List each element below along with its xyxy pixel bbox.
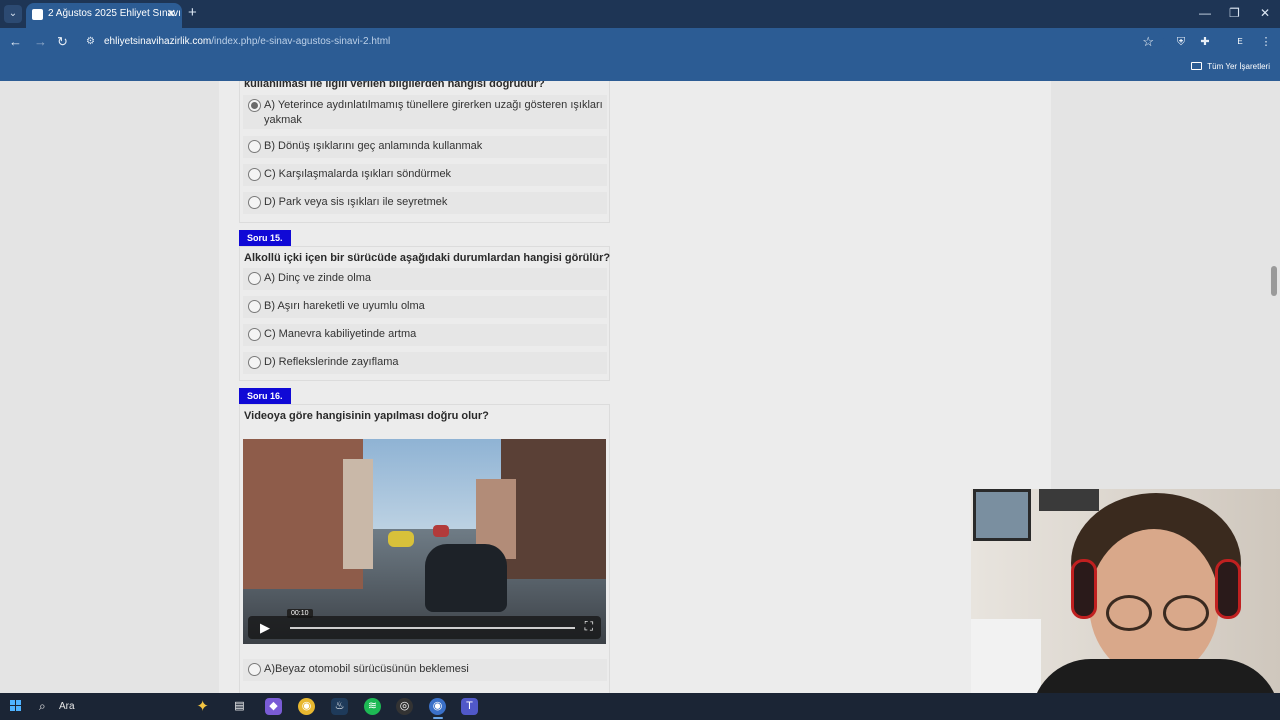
webcam-headphones bbox=[1071, 559, 1097, 619]
webcam-wall-picture bbox=[1039, 489, 1099, 511]
radio-icon[interactable] bbox=[248, 663, 261, 676]
radio-icon[interactable] bbox=[248, 300, 261, 313]
question-video-player[interactable]: 00:10 ▶ ⛶ bbox=[243, 439, 606, 644]
option-text: C) Karşılaşmalarda ışıkları söndürmek bbox=[264, 168, 452, 180]
webcam-shelf bbox=[971, 619, 1041, 699]
question-16-card: Videoya göre hangisinin yapılması doğru … bbox=[239, 404, 610, 693]
option-text: B) Dönüş ışıklarını geç anlamında kullan… bbox=[264, 140, 483, 152]
question-14-text: kullanılması ile ilgili verilen bilgiler… bbox=[244, 81, 545, 90]
option-text: B) Aşırı hareketli ve uyumlu olma bbox=[264, 300, 425, 312]
profile-avatar[interactable]: E bbox=[1231, 33, 1249, 51]
radio-icon[interactable] bbox=[248, 356, 261, 369]
folder-icon bbox=[1191, 62, 1203, 70]
site-favicon-icon bbox=[32, 9, 43, 20]
bookmark-star-icon[interactable]: ☆ bbox=[1142, 31, 1154, 53]
question-14-card: kullanılması ile ilgili verilen bilgiler… bbox=[239, 81, 610, 223]
browser-tab[interactable]: 2 Ağustos 2025 Ehliyet Sınavı H ✕ bbox=[26, 3, 182, 28]
scrollbar-thumb[interactable] bbox=[1271, 266, 1277, 296]
q15-option-a[interactable]: A) Dinç ve zinde olma bbox=[243, 268, 607, 290]
webcam-wall-picture bbox=[973, 489, 1031, 541]
q14-option-d[interactable]: D) Park veya sis ışıkları ile seyretmek bbox=[243, 192, 607, 214]
question-15-label: Soru 15. bbox=[239, 230, 291, 246]
webcam-overlay bbox=[971, 489, 1280, 720]
close-tab-icon[interactable]: ✕ bbox=[167, 3, 176, 25]
webcam-glasses bbox=[1163, 595, 1209, 631]
reload-button[interactable]: ↻ bbox=[57, 34, 68, 50]
task-view-icon[interactable]: ▤ bbox=[231, 698, 248, 715]
play-icon[interactable]: ▶ bbox=[260, 620, 270, 636]
question-16-label: Soru 16. bbox=[239, 388, 291, 404]
video-frame-building bbox=[501, 439, 606, 579]
video-frame-yellow-car bbox=[388, 531, 414, 547]
chrome-active-app-icon[interactable]: ◉ bbox=[429, 698, 446, 715]
shield-extension-icon[interactable]: ⛨ bbox=[1174, 35, 1188, 49]
search-placeholder: Ara bbox=[59, 701, 75, 712]
radio-selected-icon[interactable] bbox=[248, 99, 261, 112]
all-bookmarks-label: Tüm Yer İşaretleri bbox=[1207, 62, 1270, 71]
q14-option-b[interactable]: B) Dönüş ışıklarını geç anlamında kullan… bbox=[243, 136, 607, 158]
url-host: ehliyetsinavihazirlik.com bbox=[104, 36, 212, 47]
obs-app-icon[interactable]: ◎ bbox=[396, 698, 413, 715]
option-text: A) Yeterince aydınlatılmamış tünellere g… bbox=[264, 99, 603, 126]
q14-option-a[interactable]: A) Yeterince aydınlatılmamış tünellere g… bbox=[243, 95, 607, 129]
extensions-puzzle-icon[interactable]: ✚ bbox=[1198, 35, 1212, 49]
all-bookmarks-button[interactable]: Tüm Yer İşaretleri bbox=[1191, 62, 1270, 71]
option-text: C) Manevra kabiliyetinde artma bbox=[264, 328, 417, 340]
radio-icon[interactable] bbox=[248, 196, 261, 209]
bookmarks-bar: Tüm Yer İşaretleri bbox=[0, 56, 1280, 81]
chrome-app-icon[interactable]: ◉ bbox=[298, 698, 315, 715]
spotify-app-icon[interactable]: ≋ bbox=[364, 698, 381, 715]
q14-option-c[interactable]: C) Karşılaşmalarda ışıkları söndürmek bbox=[243, 164, 607, 186]
option-text: D) Park veya sis ışıkları ile seyretmek bbox=[264, 196, 448, 208]
start-windows-icon[interactable] bbox=[10, 700, 22, 712]
q15-option-d[interactable]: D) Reflekslerinde zayıflama bbox=[243, 352, 607, 374]
fullscreen-icon[interactable]: ⛶ bbox=[585, 619, 593, 634]
radio-icon[interactable] bbox=[248, 328, 261, 341]
restore-window-button[interactable]: ❐ bbox=[1229, 6, 1240, 20]
video-seek-bar[interactable] bbox=[290, 627, 575, 629]
question-15-text: Alkollü içki içen bir sürücüde aşağıdaki… bbox=[244, 252, 611, 264]
search-icon: ⌕ bbox=[39, 699, 46, 713]
steam-app-icon[interactable]: ♨ bbox=[331, 698, 348, 715]
url-path: /index.php/e-sinav-agustos-sinavi-2.html bbox=[211, 36, 391, 47]
question-15-card: Alkollü içki içen bir sürücüde aşağıdaki… bbox=[239, 246, 610, 381]
tab-strip: ⌄ 2 Ağustos 2025 Ehliyet Sınavı H ✕ + — … bbox=[0, 0, 1280, 28]
taskbar: ⌕ Ara ✦ ▤ ◆ ◉ ♨ ≋ ◎ ◉ T bbox=[0, 693, 1280, 720]
minimize-window-button[interactable]: — bbox=[1199, 6, 1211, 20]
question-16-text: Videoya göre hangisinin yapılması doğru … bbox=[244, 410, 489, 422]
video-frame-building bbox=[343, 459, 373, 569]
option-text: A)Beyaz otomobil sürücüsünün beklemesi bbox=[264, 663, 469, 675]
tab-search-button[interactable]: ⌄ bbox=[4, 5, 22, 23]
menu-kebab-icon[interactable]: ⋮ bbox=[1259, 35, 1273, 49]
tab-title: 2 Ağustos 2025 Ehliyet Sınavı H bbox=[48, 8, 182, 19]
webcam-headphones bbox=[1215, 559, 1241, 619]
teams-app-icon[interactable]: T bbox=[461, 698, 478, 715]
toolbar: ← → ↻ ⚙ ehliyetsinavihazirlik.com/index.… bbox=[0, 28, 1280, 56]
new-tab-button[interactable]: + bbox=[188, 4, 197, 21]
close-window-button[interactable]: ✕ bbox=[1260, 6, 1270, 20]
option-text: D) Reflekslerinde zayıflama bbox=[264, 356, 399, 368]
radio-icon[interactable] bbox=[248, 168, 261, 181]
option-text: A) Dinç ve zinde olma bbox=[264, 272, 371, 284]
q16-option-a[interactable]: A)Beyaz otomobil sürücüsünün beklemesi bbox=[243, 659, 607, 681]
webcam-glasses bbox=[1106, 595, 1152, 631]
copilot-sparkle-icon: ✦ bbox=[196, 698, 209, 715]
active-app-indicator bbox=[433, 717, 443, 719]
address-bar[interactable]: ⚙ ehliyetsinavihazirlik.com/index.php/e-… bbox=[78, 31, 1164, 53]
video-frame-red-car bbox=[433, 525, 449, 537]
copilot-app-icon[interactable]: ◆ bbox=[265, 698, 282, 715]
video-frame-dark-car bbox=[425, 544, 507, 612]
forward-button[interactable]: → bbox=[34, 34, 47, 49]
taskbar-search[interactable]: ⌕ Ara ✦ bbox=[33, 693, 213, 720]
radio-icon[interactable] bbox=[248, 140, 261, 153]
radio-icon[interactable] bbox=[248, 272, 261, 285]
q15-option-c[interactable]: C) Manevra kabiliyetinde artma bbox=[243, 324, 607, 346]
q15-option-b[interactable]: B) Aşırı hareketli ve uyumlu olma bbox=[243, 296, 607, 318]
site-info-icon[interactable]: ⚙ bbox=[86, 31, 95, 53]
back-button[interactable]: ← bbox=[9, 34, 22, 49]
video-controls: ▶ ⛶ bbox=[248, 616, 601, 639]
